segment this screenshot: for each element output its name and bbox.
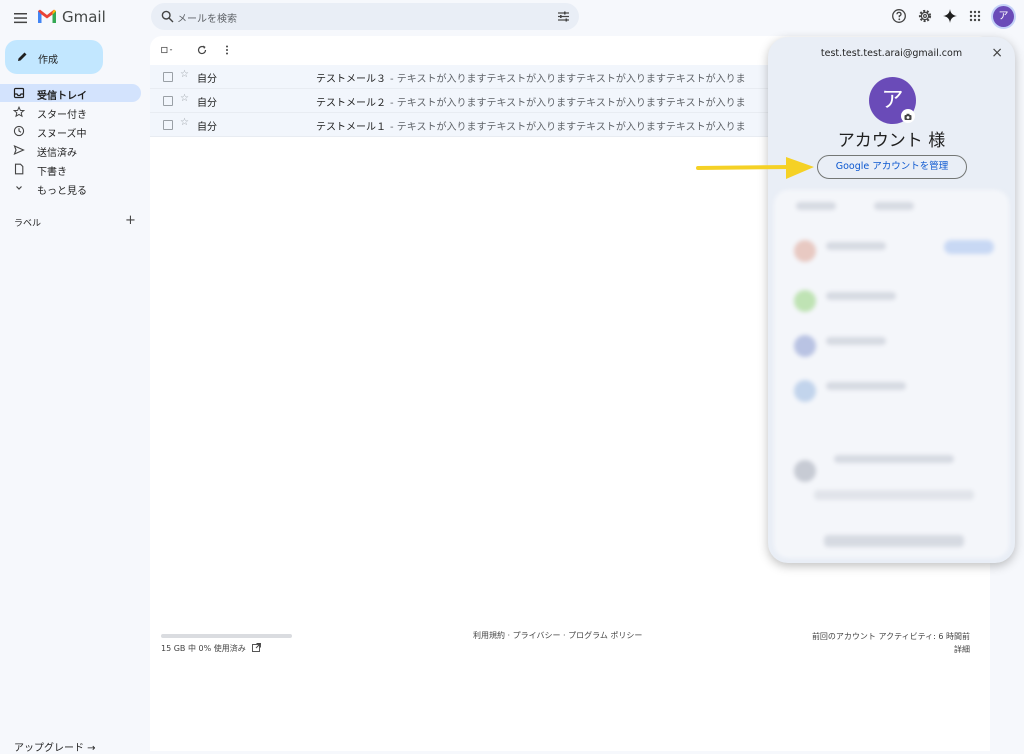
email-subject: テストメール１ <box>316 122 386 133</box>
account-greeting-name: アカウント 様 <box>837 131 946 151</box>
account-email: test.test.test.arai@gmail.com <box>820 48 963 59</box>
star-icon <box>13 106 25 118</box>
apps-grid-icon[interactable] <box>967 8 983 24</box>
sidebar-item-label: 下書き <box>37 167 67 178</box>
settings-gear-icon[interactable] <box>917 8 933 24</box>
more-vert-icon[interactable] <box>221 44 233 56</box>
compose-label: 作成 <box>38 55 58 66</box>
sidebar: 作成 受信トレイ スター付き スヌーズ中 送信済み 下書き もっと見る ラベル … <box>0 36 150 754</box>
star-icon[interactable]: ☆ <box>180 69 189 80</box>
search-input[interactable]: メールを検索 <box>177 10 237 25</box>
sidebar-item-starred[interactable]: スター付き <box>0 103 141 121</box>
email-subject: テストメール３ <box>316 74 386 85</box>
pencil-icon <box>18 52 27 61</box>
close-icon[interactable]: × <box>991 45 1003 61</box>
search-icon[interactable] <box>161 10 174 23</box>
email-sender: 自分 <box>197 122 217 133</box>
account-activity: 前回のアカウント アクティビティ: 6 時間前 詳細 <box>812 630 970 656</box>
sidebar-item-label: 送信済み <box>37 148 77 159</box>
sidebar-item-label: スヌーズ中 <box>37 129 87 140</box>
gmail-wordmark[interactable]: Gmail <box>62 8 106 26</box>
gmail-logo-icon[interactable] <box>37 8 57 24</box>
help-icon[interactable] <box>891 8 907 24</box>
labels-heading: ラベル <box>14 219 42 229</box>
sidebar-item-snoozed[interactable]: スヌーズ中 <box>0 122 141 140</box>
row-checkbox[interactable] <box>163 72 173 82</box>
send-icon <box>13 144 25 156</box>
email-sender: 自分 <box>197 98 217 109</box>
upgrade-link[interactable]: アップグレード → <box>14 739 96 754</box>
storage-meter <box>161 634 292 638</box>
star-icon[interactable]: ☆ <box>180 117 189 128</box>
sidebar-item-inbox[interactable]: 受信トレイ <box>0 84 141 102</box>
search-bar[interactable]: メールを検索 <box>151 3 579 30</box>
menu-icon[interactable] <box>12 9 30 27</box>
footer-links[interactable]: 利用規約 · プライバシー · プログラム ポリシー <box>473 630 642 641</box>
star-icon[interactable]: ☆ <box>180 93 189 104</box>
chevron-down-icon <box>16 186 22 190</box>
row-checkbox[interactable] <box>163 120 173 130</box>
sidebar-item-label: 受信トレイ <box>37 91 87 102</box>
manage-google-account-button[interactable]: Google アカウントを管理 <box>817 155 967 179</box>
top-bar: Gmail メールを検索 ア <box>0 0 1024 36</box>
sidebar-item-drafts[interactable]: 下書き <box>0 160 141 178</box>
row-checkbox[interactable] <box>163 96 173 106</box>
sidebar-item-more[interactable]: もっと見る <box>0 179 141 197</box>
details-link[interactable]: 詳細 <box>812 643 970 656</box>
select-all-checkbox-icon[interactable] <box>161 44 173 56</box>
refresh-icon[interactable] <box>196 44 208 56</box>
blurred-account-content <box>774 190 1009 558</box>
email-sender: 自分 <box>197 74 217 85</box>
open-external-icon[interactable] <box>252 643 262 652</box>
email-snippet: - テキストが入りますテキストが入りますテキストが入りますテキストが入りま <box>390 74 746 85</box>
email-snippet: - テキストが入りますテキストが入りますテキストが入りますテキストが入りま <box>390 122 746 133</box>
draft-icon <box>14 163 24 175</box>
highlight-arrow-icon <box>696 157 814 179</box>
email-snippet: - テキストが入りますテキストが入りますテキストが入りますテキストが入りま <box>390 98 746 109</box>
account-menu-popup: test.test.test.arai@gmail.com × ア アカウント … <box>768 37 1015 563</box>
sidebar-item-sent[interactable]: 送信済み <box>0 141 141 159</box>
search-options-icon[interactable] <box>557 10 570 23</box>
camera-icon[interactable] <box>901 109 915 123</box>
sidebar-item-label: もっと見る <box>37 186 87 197</box>
inbox-icon <box>13 87 25 99</box>
last-activity-text: 前回のアカウント アクティビティ: 6 時間前 <box>811 632 970 641</box>
add-label-button[interactable]: + <box>125 213 136 228</box>
account-avatar-button[interactable]: ア <box>993 6 1014 27</box>
compose-button[interactable]: 作成 <box>5 40 103 74</box>
gemini-sparkle-icon[interactable] <box>942 8 958 24</box>
sidebar-item-label: スター付き <box>37 110 87 121</box>
storage-usage-text[interactable]: 15 GB 中 0% 使用済み <box>161 643 262 654</box>
email-subject: テストメール２ <box>316 98 386 109</box>
clock-icon <box>13 125 25 137</box>
